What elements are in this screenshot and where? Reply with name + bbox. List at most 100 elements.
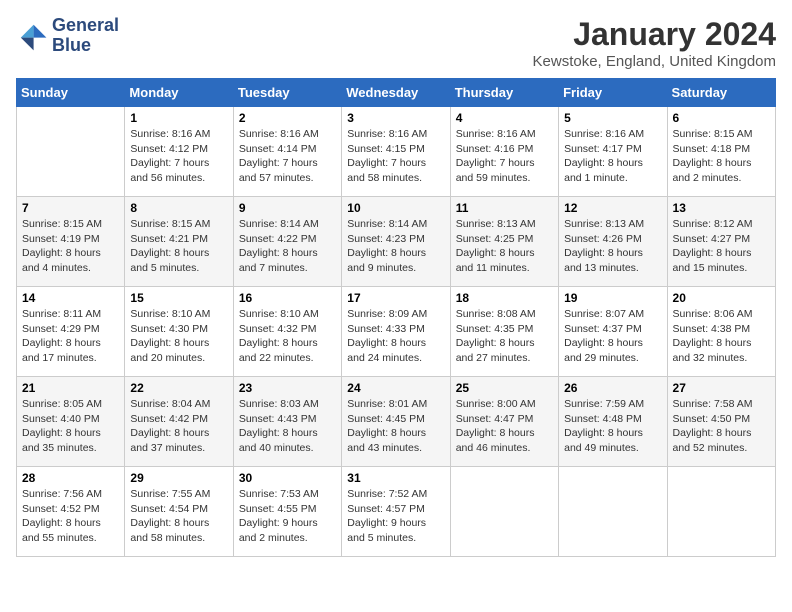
col-header-thursday: Thursday: [450, 79, 558, 107]
day-number: 3: [347, 111, 444, 125]
day-number: 17: [347, 291, 444, 305]
day-info: Sunrise: 8:16 AM Sunset: 4:17 PM Dayligh…: [564, 127, 661, 186]
day-number: 11: [456, 201, 553, 215]
day-info: Sunrise: 8:16 AM Sunset: 4:12 PM Dayligh…: [130, 127, 227, 186]
day-info: Sunrise: 8:00 AM Sunset: 4:47 PM Dayligh…: [456, 397, 553, 456]
day-number: 9: [239, 201, 336, 215]
day-info: Sunrise: 8:16 AM Sunset: 4:15 PM Dayligh…: [347, 127, 444, 186]
day-number: 26: [564, 381, 661, 395]
day-info: Sunrise: 8:16 AM Sunset: 4:16 PM Dayligh…: [456, 127, 553, 186]
day-number: 10: [347, 201, 444, 215]
week-row-0: 1 Sunrise: 8:16 AM Sunset: 4:12 PM Daylig…: [17, 107, 776, 197]
day-number: 27: [673, 381, 770, 395]
day-number: 6: [673, 111, 770, 125]
day-number: 15: [130, 291, 227, 305]
day-number: 7: [22, 201, 119, 215]
day-cell: 11 Sunrise: 8:13 AM Sunset: 4:25 PM Dayli…: [450, 197, 558, 287]
title-block: January 2024 Kewstoke, England, United K…: [533, 16, 776, 70]
col-header-friday: Friday: [559, 79, 667, 107]
day-number: 31: [347, 471, 444, 485]
day-number: 23: [239, 381, 336, 395]
day-info: Sunrise: 8:13 AM Sunset: 4:25 PM Dayligh…: [456, 217, 553, 276]
day-info: Sunrise: 8:07 AM Sunset: 4:37 PM Dayligh…: [564, 307, 661, 366]
page-header: General Blue January 2024 Kewstoke, Engl…: [16, 16, 776, 70]
day-cell: 28 Sunrise: 7:56 AM Sunset: 4:52 PM Dayli…: [17, 467, 125, 557]
day-number: 24: [347, 381, 444, 395]
day-info: Sunrise: 7:53 AM Sunset: 4:55 PM Dayligh…: [239, 487, 336, 546]
day-info: Sunrise: 7:58 AM Sunset: 4:50 PM Dayligh…: [673, 397, 770, 456]
day-cell: 30 Sunrise: 7:53 AM Sunset: 4:55 PM Dayli…: [233, 467, 341, 557]
day-cell: [667, 467, 775, 557]
day-info: Sunrise: 7:59 AM Sunset: 4:48 PM Dayligh…: [564, 397, 661, 456]
day-number: 29: [130, 471, 227, 485]
day-cell: 18 Sunrise: 8:08 AM Sunset: 4:35 PM Dayli…: [450, 287, 558, 377]
day-cell: [17, 107, 125, 197]
day-cell: 26 Sunrise: 7:59 AM Sunset: 4:48 PM Dayli…: [559, 377, 667, 467]
day-info: Sunrise: 8:16 AM Sunset: 4:14 PM Dayligh…: [239, 127, 336, 186]
day-number: 2: [239, 111, 336, 125]
day-cell: 16 Sunrise: 8:10 AM Sunset: 4:32 PM Dayli…: [233, 287, 341, 377]
day-number: 18: [456, 291, 553, 305]
day-cell: 3 Sunrise: 8:16 AM Sunset: 4:15 PM Daylig…: [342, 107, 450, 197]
day-info: Sunrise: 8:13 AM Sunset: 4:26 PM Dayligh…: [564, 217, 661, 276]
day-number: 20: [673, 291, 770, 305]
day-info: Sunrise: 8:15 AM Sunset: 4:19 PM Dayligh…: [22, 217, 119, 276]
day-info: Sunrise: 8:14 AM Sunset: 4:22 PM Dayligh…: [239, 217, 336, 276]
logo: General Blue: [16, 16, 119, 56]
day-info: Sunrise: 8:14 AM Sunset: 4:23 PM Dayligh…: [347, 217, 444, 276]
day-cell: 19Sunrise: 8:07 AM Sunset: 4:37 PM Dayli…: [559, 287, 667, 377]
day-cell: 23 Sunrise: 8:03 AM Sunset: 4:43 PM Dayli…: [233, 377, 341, 467]
day-cell: 15 Sunrise: 8:10 AM Sunset: 4:30 PM Dayli…: [125, 287, 233, 377]
day-number: 25: [456, 381, 553, 395]
day-info: Sunrise: 8:08 AM Sunset: 4:35 PM Dayligh…: [456, 307, 553, 366]
day-number: 22: [130, 381, 227, 395]
day-cell: 6 Sunrise: 8:15 AM Sunset: 4:18 PM Daylig…: [667, 107, 775, 197]
day-number: 16: [239, 291, 336, 305]
week-row-3: 21 Sunrise: 8:05 AM Sunset: 4:40 PM Dayli…: [17, 377, 776, 467]
day-info: Sunrise: 8:15 AM Sunset: 4:18 PM Dayligh…: [673, 127, 770, 186]
calendar-table: SundayMondayTuesdayWednesdayThursdayFrid…: [16, 78, 776, 557]
day-info: Sunrise: 8:06 AM Sunset: 4:38 PM Dayligh…: [673, 307, 770, 366]
day-info: Sunrise: 8:01 AM Sunset: 4:45 PM Dayligh…: [347, 397, 444, 456]
header-row: SundayMondayTuesdayWednesdayThursdayFrid…: [17, 79, 776, 107]
day-info: Sunrise: 8:12 AM Sunset: 4:27 PM Dayligh…: [673, 217, 770, 276]
day-cell: [559, 467, 667, 557]
day-number: 28: [22, 471, 119, 485]
day-number: 1: [130, 111, 227, 125]
day-info: Sunrise: 8:11 AM Sunset: 4:29 PM Dayligh…: [22, 307, 119, 366]
location: Kewstoke, England, United Kingdom: [533, 53, 776, 70]
day-info: Sunrise: 8:10 AM Sunset: 4:30 PM Dayligh…: [130, 307, 227, 366]
day-cell: 1 Sunrise: 8:16 AM Sunset: 4:12 PM Daylig…: [125, 107, 233, 197]
day-cell: 8Sunrise: 8:15 AM Sunset: 4:21 PM Daylig…: [125, 197, 233, 287]
month-title: January 2024: [533, 16, 776, 53]
day-number: 12: [564, 201, 661, 215]
day-info: Sunrise: 7:56 AM Sunset: 4:52 PM Dayligh…: [22, 487, 119, 546]
day-cell: 13Sunrise: 8:12 AM Sunset: 4:27 PM Dayli…: [667, 197, 775, 287]
col-header-monday: Monday: [125, 79, 233, 107]
day-cell: [450, 467, 558, 557]
week-row-2: 14 Sunrise: 8:11 AM Sunset: 4:29 PM Dayli…: [17, 287, 776, 377]
col-header-sunday: Sunday: [17, 79, 125, 107]
day-cell: 22 Sunrise: 8:04 AM Sunset: 4:42 PM Dayli…: [125, 377, 233, 467]
day-info: Sunrise: 8:03 AM Sunset: 4:43 PM Dayligh…: [239, 397, 336, 456]
col-header-tuesday: Tuesday: [233, 79, 341, 107]
day-cell: 25 Sunrise: 8:00 AM Sunset: 4:47 PM Dayli…: [450, 377, 558, 467]
day-info: Sunrise: 8:10 AM Sunset: 4:32 PM Dayligh…: [239, 307, 336, 366]
day-number: 5: [564, 111, 661, 125]
week-row-1: 7 Sunrise: 8:15 AM Sunset: 4:19 PM Daylig…: [17, 197, 776, 287]
day-number: 21: [22, 381, 119, 395]
logo-icon: [16, 20, 48, 52]
day-info: Sunrise: 8:05 AM Sunset: 4:40 PM Dayligh…: [22, 397, 119, 456]
day-cell: 20 Sunrise: 8:06 AM Sunset: 4:38 PM Dayli…: [667, 287, 775, 377]
day-number: 14: [22, 291, 119, 305]
day-number: 8: [130, 201, 227, 215]
day-cell: 9 Sunrise: 8:14 AM Sunset: 4:22 PM Daylig…: [233, 197, 341, 287]
week-row-4: 28 Sunrise: 7:56 AM Sunset: 4:52 PM Dayli…: [17, 467, 776, 557]
day-number: 30: [239, 471, 336, 485]
day-info: Sunrise: 8:09 AM Sunset: 4:33 PM Dayligh…: [347, 307, 444, 366]
day-info: Sunrise: 8:04 AM Sunset: 4:42 PM Dayligh…: [130, 397, 227, 456]
day-cell: 2 Sunrise: 8:16 AM Sunset: 4:14 PM Daylig…: [233, 107, 341, 197]
day-cell: 14 Sunrise: 8:11 AM Sunset: 4:29 PM Dayli…: [17, 287, 125, 377]
day-info: Sunrise: 7:55 AM Sunset: 4:54 PM Dayligh…: [130, 487, 227, 546]
day-cell: 10 Sunrise: 8:14 AM Sunset: 4:23 PM Dayli…: [342, 197, 450, 287]
